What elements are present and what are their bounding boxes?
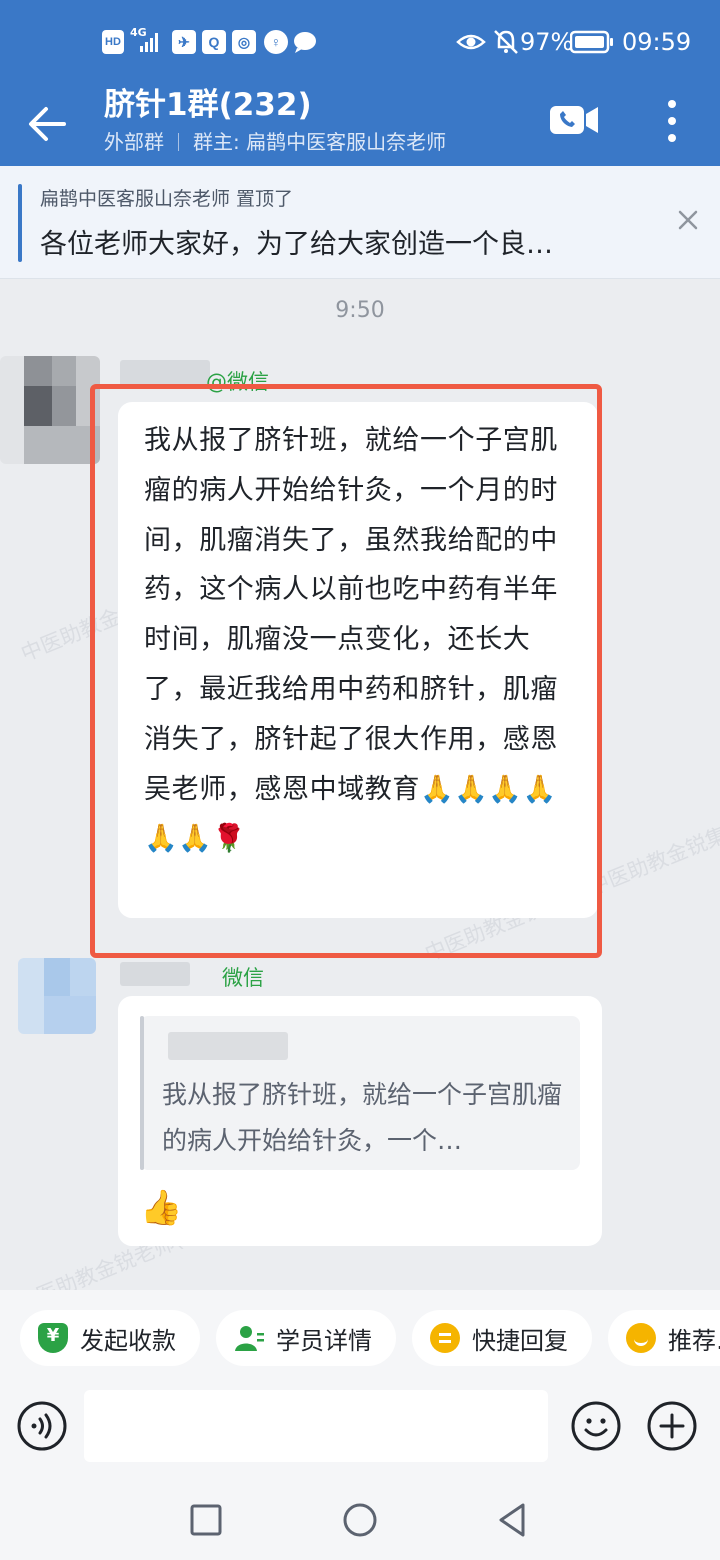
plus-icon[interactable] (646, 1400, 698, 1452)
start-payment-button[interactable]: ¥ 发起收款 (20, 1310, 200, 1366)
divider (178, 133, 179, 151)
close-icon[interactable] (672, 204, 704, 236)
chat-header: 脐针1群(232) 外部群 群主: 扁鹊中医客服山奈老师 (0, 84, 720, 166)
eye-icon (456, 34, 486, 50)
group-owner-label: 群主: 扁鹊中医客服山奈老师 (193, 130, 447, 154)
pinned-accent-bar (18, 184, 22, 262)
avatar[interactable] (18, 958, 96, 1034)
time-divider: 9:50 (335, 298, 385, 323)
recommend-icon (626, 1323, 656, 1353)
student-icon (234, 1323, 264, 1353)
group-title[interactable]: 脐针1群(232) (104, 84, 312, 126)
quick-reply-button[interactable]: 快捷回复 (412, 1310, 592, 1366)
app-notification-icon: ✈ (172, 30, 196, 54)
input-bar (0, 1382, 720, 1478)
recent-apps-icon[interactable] (184, 1498, 228, 1542)
group-subtitle: 外部群 群主: 扁鹊中医客服山奈老师 (104, 128, 446, 156)
highlight-frame (90, 384, 602, 958)
thumbs-up-reply: 👍 (140, 1188, 183, 1228)
sender-name-blurred (120, 962, 190, 986)
battery-icon (570, 30, 613, 54)
battery-percent: 97% (520, 28, 574, 56)
quote-bar (140, 1016, 144, 1170)
recommend-button[interactable]: 推荐… (608, 1310, 720, 1366)
back-nav-icon[interactable] (490, 1498, 534, 1542)
student-details-button[interactable]: 学员详情 (216, 1310, 396, 1366)
quick-reply-icon (430, 1323, 460, 1353)
pinned-message[interactable]: 扁鹊中医客服山奈老师 置顶了 各位老师大家好，为了给大家创造一个良… (0, 166, 720, 279)
chip-label: 推荐… (668, 1326, 720, 1355)
bulb-icon: ♀ (264, 30, 288, 54)
quick-action-bar: ¥ 发起收款 学员详情 快捷回复 推荐… (0, 1290, 720, 1382)
chip-label: 学员详情 (276, 1326, 372, 1355)
quoted-text: 我从报了脐针班，就给一个子宫肌瘤的病人开始给针灸，一个… (162, 1080, 563, 1155)
quoted-sender-blurred (168, 1032, 288, 1060)
home-icon[interactable] (338, 1498, 382, 1542)
chip-label: 发起收款 (80, 1326, 176, 1355)
video-call-icon[interactable] (548, 100, 600, 140)
yuan-shield-icon: ¥ (38, 1323, 68, 1353)
avatar[interactable] (0, 356, 100, 464)
signal-icon (140, 33, 158, 52)
back-arrow-icon[interactable] (24, 100, 72, 148)
pinned-meta: 扁鹊中医客服山奈老师 置顶了 (40, 188, 294, 210)
message-notification-icon (294, 32, 316, 53)
mute-bell-icon (494, 30, 518, 54)
hd-icon: HD (102, 30, 124, 54)
message-input[interactable] (84, 1390, 548, 1462)
system-nav-bar (0, 1478, 720, 1560)
pinned-text: 各位老师大家好，为了给大家创造一个良… (40, 229, 553, 260)
clock: 09:59 (622, 28, 692, 56)
search-app-icon: Q (202, 30, 226, 54)
emoji-icon[interactable] (570, 1400, 622, 1452)
wechat-source-tag: 微信 (222, 966, 264, 990)
group-type-label: 外部群 (104, 130, 164, 154)
status-bar: HD 4G ✈ Q ◎ ♀ 97% 09:59 (0, 0, 720, 84)
china-mobile-icon: ◎ (232, 30, 256, 54)
voice-input-icon[interactable] (16, 1400, 68, 1452)
more-icon[interactable] (656, 96, 688, 146)
chip-label: 快捷回复 (472, 1326, 568, 1355)
